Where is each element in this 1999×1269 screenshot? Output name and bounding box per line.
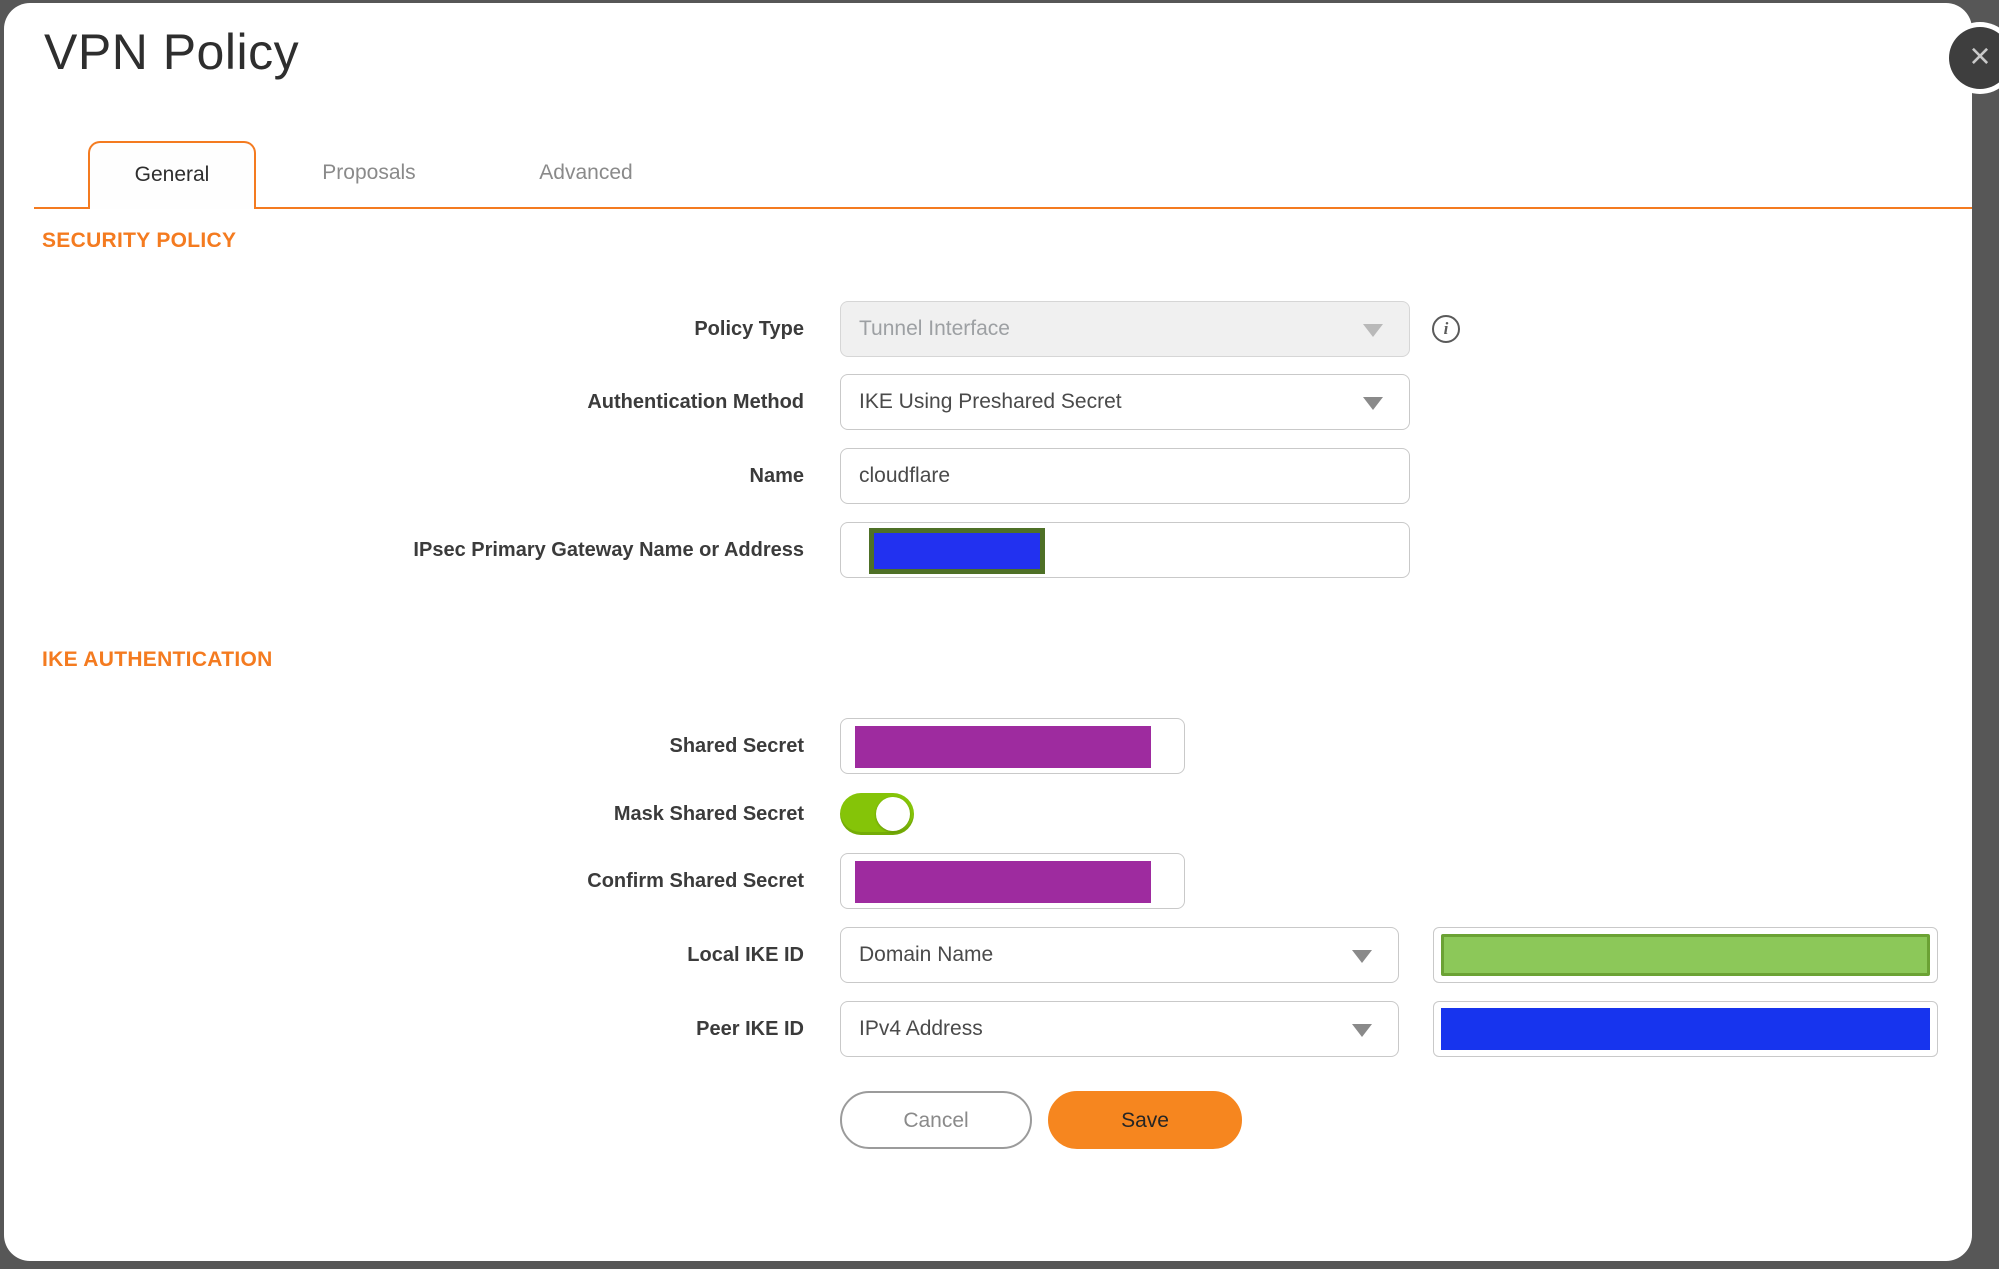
chevron-down-icon xyxy=(1352,950,1372,963)
policy-type-value: Tunnel Interface xyxy=(859,317,1010,340)
page-title: VPN Policy xyxy=(44,24,300,80)
authentication-method-label: Authentication Method xyxy=(587,391,804,413)
shared-secret-input[interactable] xyxy=(840,718,1185,774)
peer-ike-id-select[interactable]: IPv4 Address xyxy=(840,1001,1399,1057)
name-row: Name xyxy=(4,448,1972,504)
shared-secret-redaction-box xyxy=(855,726,1151,768)
cancel-button[interactable]: Cancel xyxy=(840,1091,1032,1149)
shared-secret-row: Shared Secret xyxy=(4,718,1972,774)
local-ike-id-type-value: Domain Name xyxy=(859,943,994,966)
tab-advanced-label: Advanced xyxy=(539,161,633,184)
confirm-shared-secret-label: Confirm Shared Secret xyxy=(587,870,804,892)
peer-ike-id-redaction-box xyxy=(1441,1008,1930,1050)
local-ike-id-row: Local IKE ID Domain Name xyxy=(4,927,1972,983)
peer-ike-id-type-value: IPv4 Address xyxy=(859,1017,983,1040)
local-ike-id-select[interactable]: Domain Name xyxy=(840,927,1399,983)
confirm-shared-secret-redaction-box xyxy=(855,861,1151,903)
chevron-down-icon xyxy=(1363,324,1383,337)
authentication-method-select[interactable]: IKE Using Preshared Secret xyxy=(840,374,1410,430)
chevron-down-icon xyxy=(1352,1024,1372,1037)
dialog-actions: Cancel Save xyxy=(4,1091,1972,1149)
gateway-input[interactable] xyxy=(840,522,1410,578)
close-icon: × xyxy=(1969,35,1991,76)
peer-ike-id-row: Peer IKE ID IPv4 Address xyxy=(4,1001,1972,1057)
peer-ike-id-value-input[interactable] xyxy=(1433,1001,1938,1057)
policy-type-label: Policy Type xyxy=(694,318,804,340)
tab-advanced[interactable]: Advanced xyxy=(496,141,676,207)
local-ike-id-value-input[interactable] xyxy=(1433,927,1938,983)
gateway-row: IPsec Primary Gateway Name or Address xyxy=(4,522,1972,578)
save-button[interactable]: Save xyxy=(1048,1091,1242,1149)
confirm-shared-secret-input[interactable] xyxy=(840,853,1185,909)
mask-shared-secret-label: Mask Shared Secret xyxy=(613,803,804,825)
peer-ike-id-label: Peer IKE ID xyxy=(696,1018,804,1040)
tab-proposals-label: Proposals xyxy=(322,161,416,184)
section-heading-security-policy: SECURITY POLICY xyxy=(42,229,237,252)
authentication-method-row: Authentication Method IKE Using Preshare… xyxy=(4,374,1972,430)
confirm-shared-secret-row: Confirm Shared Secret xyxy=(4,853,1972,909)
tab-general[interactable]: General xyxy=(88,141,256,209)
tab-underline xyxy=(34,207,1972,209)
local-ike-id-redaction-box xyxy=(1441,934,1930,976)
policy-type-row: Policy Type Tunnel Interface i xyxy=(4,301,1972,357)
shared-secret-label: Shared Secret xyxy=(669,735,804,757)
mask-shared-secret-toggle[interactable] xyxy=(840,793,914,835)
section-heading-ike-authentication: IKE AUTHENTICATION xyxy=(42,648,273,671)
mask-shared-secret-row: Mask Shared Secret xyxy=(4,786,1972,842)
gateway-redaction-box xyxy=(869,528,1045,574)
tab-proposals[interactable]: Proposals xyxy=(279,141,459,207)
policy-type-select: Tunnel Interface xyxy=(840,301,1410,357)
info-icon[interactable]: i xyxy=(1432,315,1460,343)
gateway-label: IPsec Primary Gateway Name or Address xyxy=(413,539,804,561)
vpn-policy-dialog: VPN Policy General Proposals Advanced SE… xyxy=(4,3,1972,1261)
name-label: Name xyxy=(749,465,804,487)
name-input[interactable] xyxy=(840,448,1410,504)
chevron-down-icon xyxy=(1363,397,1383,410)
authentication-method-value: IKE Using Preshared Secret xyxy=(859,390,1122,413)
local-ike-id-label: Local IKE ID xyxy=(687,944,804,966)
tab-general-label: General xyxy=(134,163,210,186)
toggle-knob xyxy=(876,797,910,831)
